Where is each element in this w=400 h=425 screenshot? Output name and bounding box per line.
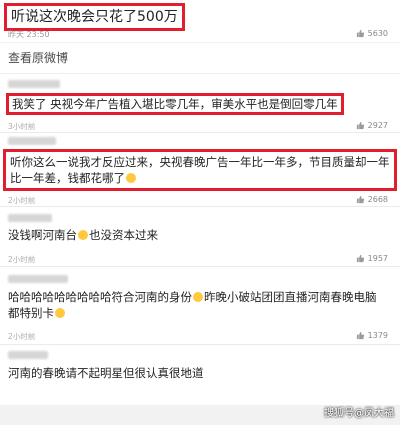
post-header: 听说这次晚会只花了500万 昨天 23:50 5630 xyxy=(0,0,400,42)
comment-like-count: 1379 xyxy=(367,331,388,340)
thumbs-up-icon xyxy=(356,195,364,204)
comment-like-button[interactable]: 2668 xyxy=(356,195,388,204)
smile-emoji-icon xyxy=(193,292,203,302)
thumbs-up-icon xyxy=(356,331,364,340)
comment-text: 没钱啊河南台 xyxy=(8,228,77,242)
comment-text-line2: 比一年差，钱都花哪了 xyxy=(10,171,125,185)
comment-username xyxy=(8,214,52,222)
comment-username xyxy=(8,80,60,88)
post-like-button[interactable]: 5630 xyxy=(356,29,388,38)
comment-like-count: 2927 xyxy=(367,121,388,130)
comment-like-button[interactable]: 1957 xyxy=(356,254,388,263)
comment-text: 我笑了 央视今年广告植入堪比零几年，审美水平也是倒回零几年 xyxy=(6,93,344,115)
post-time: 昨天 23:50 xyxy=(8,30,50,39)
smile-emoji-icon xyxy=(126,173,136,183)
comment-username xyxy=(8,351,48,359)
comment-time: 3小时前 xyxy=(8,122,36,131)
thumbs-up-icon xyxy=(356,121,364,130)
comment-item: 我笑了 央视今年广告植入堪比零几年，审美水平也是倒回零几年 3小时前 2927 xyxy=(0,74,400,133)
post-like-count: 5630 xyxy=(367,29,388,38)
comment-time: 2小时前 xyxy=(8,255,36,264)
comment-like-count: 2668 xyxy=(367,195,388,204)
comment-username xyxy=(8,275,68,283)
smile-emoji-icon xyxy=(55,308,65,318)
comment-like-button[interactable]: 2927 xyxy=(356,121,388,130)
post-title: 听说这次晚会只花了500万 xyxy=(4,3,185,31)
smile-emoji-icon xyxy=(78,230,88,240)
comment-time: 2小时前 xyxy=(8,196,36,205)
comment-text-line1: 哈哈哈哈哈哈哈哈哈符合河南的身份 xyxy=(8,290,192,304)
comment-text-after: 也没资本过来 xyxy=(89,228,158,242)
comment-like-button[interactable]: 1379 xyxy=(356,331,388,340)
comment-item: 河南的春晚请不起明星但很认真很地道 xyxy=(0,345,400,405)
comment-text-line2: 都特别卡 xyxy=(8,306,54,320)
comment-item: 哈哈哈哈哈哈哈哈哈符合河南的身份 昨晚小破站团团直播河南春晚电脑 都特别卡 2小时… xyxy=(0,267,400,345)
comment-time: 2小时前 xyxy=(8,332,36,341)
comment-text: 河南的春晚请不起明星但很认真很地道 xyxy=(8,366,204,380)
comment-text-line1-after: 昨晚小破站团团直播河南春晚电脑 xyxy=(204,290,377,304)
comment-item: 没钱啊河南台 也没资本过来 2小时前 1957 xyxy=(0,207,400,267)
comment-username xyxy=(8,137,56,145)
view-original-link[interactable]: 查看原微博 xyxy=(0,43,400,74)
thumbs-up-icon xyxy=(356,29,364,38)
watermark: 搜狐号@凤大福 xyxy=(324,408,394,419)
comment-like-count: 1957 xyxy=(367,254,388,263)
comment-text-line1: 听你这么一说我才反应过来，央视春晚广告一年比一年多，节目质量却一年 xyxy=(10,155,390,169)
comment-item: 听你这么一说我才反应过来，央视春晚广告一年比一年多，节目质量却一年 比一年差，钱… xyxy=(0,133,400,207)
thumbs-up-icon xyxy=(356,254,364,263)
